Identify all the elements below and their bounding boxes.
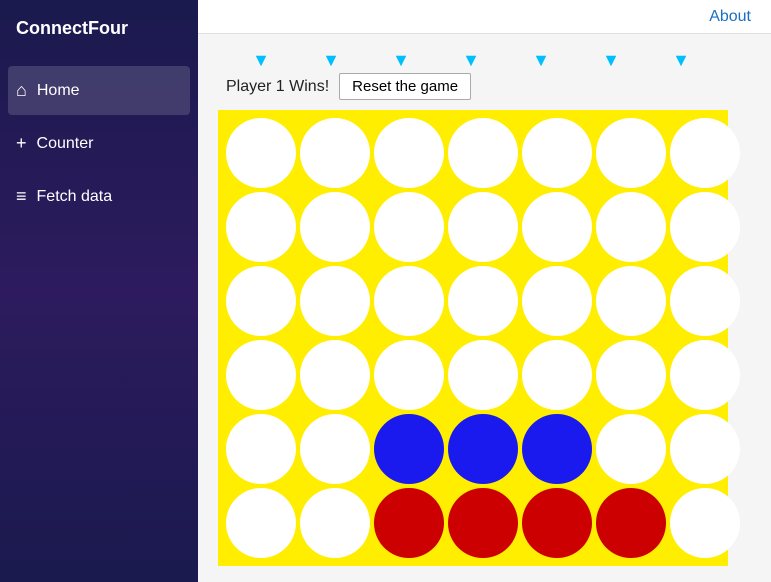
cell-2-0[interactable] [226, 266, 296, 336]
top-bar: About [198, 0, 771, 34]
cell-3-2[interactable] [374, 340, 444, 410]
cell-0-0[interactable] [226, 118, 296, 188]
list-icon: ≡ [16, 186, 27, 207]
cell-5-6[interactable] [670, 488, 740, 558]
cell-5-2[interactable] [374, 488, 444, 558]
drop-arrow-6[interactable]: ▼ [646, 50, 716, 71]
drop-arrow-0[interactable]: ▼ [226, 50, 296, 71]
cell-0-1[interactable] [300, 118, 370, 188]
cell-1-2[interactable] [374, 192, 444, 262]
cell-3-3[interactable] [448, 340, 518, 410]
cell-4-3[interactable] [448, 414, 518, 484]
sidebar-item-counter-label: Counter [37, 135, 94, 153]
cell-4-1[interactable] [300, 414, 370, 484]
cell-5-1[interactable] [300, 488, 370, 558]
sidebar-item-fetch-data[interactable]: ≡ Fetch data [0, 172, 198, 221]
cell-0-2[interactable] [374, 118, 444, 188]
cell-0-6[interactable] [670, 118, 740, 188]
sidebar-item-fetch-data-label: Fetch data [37, 188, 113, 206]
drop-arrows-row: ▼▼▼▼▼▼▼ [218, 50, 751, 71]
reset-button[interactable]: Reset the game [339, 73, 471, 100]
cell-1-1[interactable] [300, 192, 370, 262]
plus-icon: + [16, 133, 27, 154]
cell-0-3[interactable] [448, 118, 518, 188]
drop-arrow-4[interactable]: ▼ [506, 50, 576, 71]
cell-5-3[interactable] [448, 488, 518, 558]
sidebar-item-home[interactable]: ⌂ Home [8, 66, 190, 115]
cell-0-5[interactable] [596, 118, 666, 188]
cell-5-5[interactable] [596, 488, 666, 558]
cell-3-1[interactable] [300, 340, 370, 410]
sidebar: ConnectFour ⌂ Home + Counter ≡ Fetch dat… [0, 0, 198, 582]
sidebar-item-home-label: Home [37, 82, 80, 100]
cell-2-1[interactable] [300, 266, 370, 336]
cell-4-2[interactable] [374, 414, 444, 484]
cell-1-5[interactable] [596, 192, 666, 262]
cell-2-2[interactable] [374, 266, 444, 336]
about-link[interactable]: About [709, 8, 751, 26]
cell-2-3[interactable] [448, 266, 518, 336]
home-icon: ⌂ [16, 80, 27, 101]
drop-arrow-1[interactable]: ▼ [296, 50, 366, 71]
cell-3-5[interactable] [596, 340, 666, 410]
status-row: Player 1 Wins! Reset the game [218, 73, 751, 100]
cell-4-6[interactable] [670, 414, 740, 484]
cell-1-4[interactable] [522, 192, 592, 262]
game-board [218, 110, 728, 566]
cell-5-0[interactable] [226, 488, 296, 558]
cell-0-4[interactable] [522, 118, 592, 188]
cell-1-6[interactable] [670, 192, 740, 262]
cell-4-5[interactable] [596, 414, 666, 484]
sidebar-nav: ⌂ Home + Counter ≡ Fetch data [0, 56, 198, 223]
drop-arrow-3[interactable]: ▼ [436, 50, 506, 71]
cell-1-0[interactable] [226, 192, 296, 262]
cell-3-0[interactable] [226, 340, 296, 410]
app-title: ConnectFour [0, 0, 198, 56]
content-area: ▼▼▼▼▼▼▼ Player 1 Wins! Reset the game [198, 34, 771, 582]
drop-arrow-2[interactable]: ▼ [366, 50, 436, 71]
sidebar-item-counter[interactable]: + Counter [0, 119, 198, 168]
cell-5-4[interactable] [522, 488, 592, 558]
main-content: About ▼▼▼▼▼▼▼ Player 1 Wins! Reset the g… [198, 0, 771, 582]
cell-2-5[interactable] [596, 266, 666, 336]
cell-3-4[interactable] [522, 340, 592, 410]
cell-3-6[interactable] [670, 340, 740, 410]
drop-arrow-5[interactable]: ▼ [576, 50, 646, 71]
cell-4-4[interactable] [522, 414, 592, 484]
cell-2-4[interactable] [522, 266, 592, 336]
cell-2-6[interactable] [670, 266, 740, 336]
cell-1-3[interactable] [448, 192, 518, 262]
cell-4-0[interactable] [226, 414, 296, 484]
game-status: Player 1 Wins! [226, 78, 329, 96]
